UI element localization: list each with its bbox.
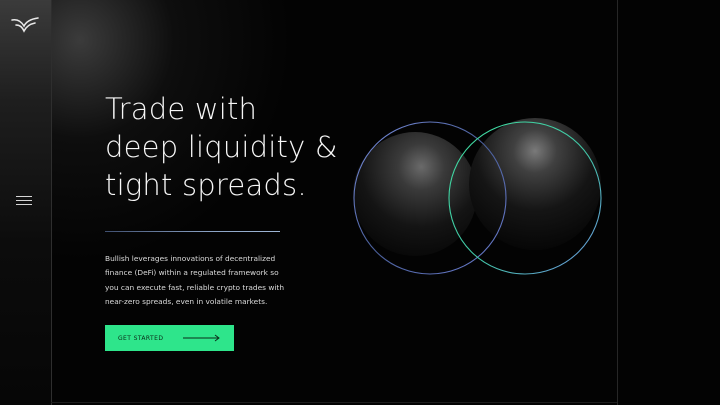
hero-headline-line: tight spreads. xyxy=(105,168,307,202)
hamburger-menu-icon[interactable] xyxy=(16,196,34,210)
menu-bar xyxy=(16,200,32,201)
hero-description-line: Bullish leverages innovations of decentr… xyxy=(105,254,276,263)
hero-description-line: finance (DeFi) within a regulated framew… xyxy=(105,268,279,278)
hero-headline: Trade with deep liquidity & tight spread… xyxy=(105,90,365,204)
page: Trade with deep liquidity & tight spread… xyxy=(0,0,720,405)
get-started-label: GET STARTED xyxy=(118,334,164,342)
left-rail xyxy=(0,0,52,405)
hero-spheres-graphic xyxy=(353,118,602,275)
menu-bar xyxy=(16,204,32,205)
sphere-right xyxy=(469,118,601,250)
hero-description: Bullish leverages innovations of decentr… xyxy=(105,252,290,310)
hero-headline-line: deep liquidity & xyxy=(105,130,338,164)
hero-divider xyxy=(105,231,280,232)
menu-bar xyxy=(16,196,32,197)
hero-description-line: you can execute fast, reliable crypto tr… xyxy=(105,282,285,292)
bottom-divider-line xyxy=(51,402,617,403)
sphere-left xyxy=(353,132,477,256)
arrow-right-icon xyxy=(183,334,220,342)
get-started-button[interactable]: GET STARTED xyxy=(105,325,234,351)
hero-headline-line: Trade with xyxy=(105,92,258,126)
bullish-logo-icon[interactable] xyxy=(11,16,39,34)
hero-description-line: near-zero spreads, even in volatile mark… xyxy=(105,297,268,307)
